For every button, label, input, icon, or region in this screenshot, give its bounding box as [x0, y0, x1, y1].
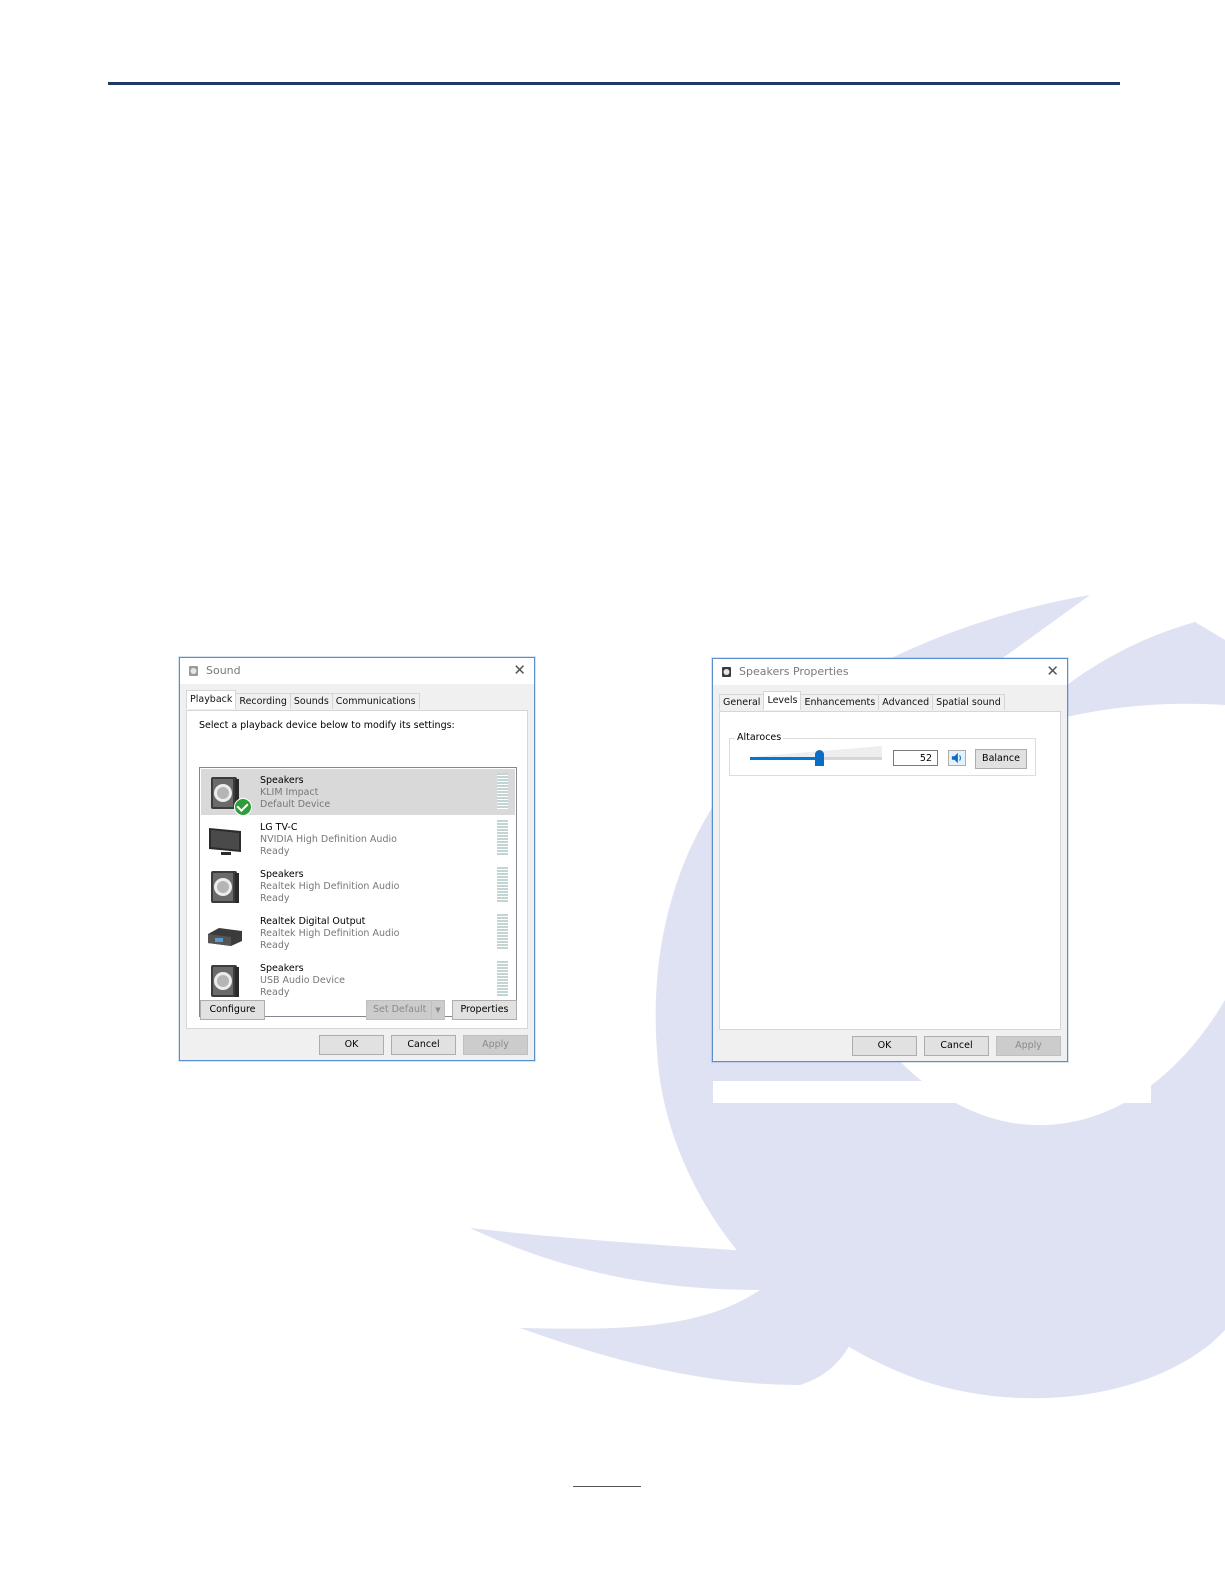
cancel-button[interactable]: Cancel	[924, 1036, 989, 1056]
list-item[interactable]: LG TV-C NVIDIA High Definition Audio Rea…	[201, 816, 515, 862]
level-meter	[497, 914, 508, 950]
device-status: Ready	[260, 940, 290, 951]
volume-slider[interactable]	[750, 750, 882, 766]
device-driver: NVIDIA High Definition Audio	[260, 834, 397, 845]
tab-spatial-sound[interactable]: Spatial sound	[932, 694, 1005, 710]
speaker-icon	[211, 965, 239, 997]
window-title: Sound	[206, 664, 241, 677]
level-meter	[497, 961, 508, 997]
device-status: Ready	[260, 893, 290, 904]
chevron-down-icon: ▼	[431, 1001, 444, 1019]
window-title: Speakers Properties	[739, 665, 849, 678]
device-name: Speakers	[260, 775, 304, 786]
level-meter	[497, 820, 508, 856]
monitor-icon	[209, 828, 241, 855]
tab-communications[interactable]: Communications	[331, 693, 420, 709]
tab-advanced[interactable]: Advanced	[878, 694, 934, 710]
default-check-icon	[234, 798, 252, 816]
ok-button[interactable]: OK	[319, 1035, 384, 1055]
levels-group: Altaroces 52 Balance	[729, 732, 1036, 776]
balance-button[interactable]: Balance	[975, 749, 1027, 769]
speakers-properties-dialog: Speakers Properties ✕ General Levels Enh…	[712, 658, 1068, 1062]
device-status: Default Device	[260, 799, 331, 810]
configure-button[interactable]: Configure	[200, 1000, 265, 1020]
levels-panel: Altaroces 52 Balance	[719, 711, 1061, 1030]
device-name: Realtek Digital Output	[260, 916, 366, 927]
device-driver: Realtek High Definition Audio	[260, 881, 400, 892]
slider-fill	[750, 757, 819, 760]
slider-thumb[interactable]	[814, 750, 824, 766]
playback-panel: Select a playback device below to modify…	[186, 710, 528, 1029]
close-icon[interactable]: ✕	[1046, 663, 1059, 679]
speaker-icon	[189, 666, 198, 676]
ok-button[interactable]: OK	[852, 1036, 917, 1056]
sound-dialog: Sound ✕ Playback Recording Sounds Commun…	[179, 657, 535, 1061]
apply-button[interactable]: Apply	[463, 1035, 528, 1055]
page-bottom-rule	[573, 1486, 641, 1487]
apply-button[interactable]: Apply	[996, 1036, 1061, 1056]
level-meter	[497, 867, 508, 903]
levels-group-label: Altaroces	[735, 732, 784, 743]
device-name: Speakers	[260, 869, 304, 880]
device-name: LG TV-C	[260, 822, 298, 833]
set-default-label: Set Default	[373, 1004, 427, 1015]
cancel-button[interactable]: Cancel	[391, 1035, 456, 1055]
page-top-rule	[108, 82, 1120, 85]
properties-button[interactable]: Properties	[452, 1000, 517, 1020]
list-item[interactable]: Speakers Realtek High Definition Audio R…	[201, 863, 515, 909]
device-driver: USB Audio Device	[260, 975, 346, 986]
tab-playback[interactable]: Playback	[186, 690, 237, 709]
device-driver: KLIM Impact	[260, 787, 319, 798]
digital-output-icon	[208, 928, 242, 946]
instruction-text: Select a playback device below to modify…	[199, 720, 455, 731]
speaker-icon	[722, 667, 731, 677]
mute-button[interactable]	[948, 750, 966, 766]
device-status: Ready	[260, 846, 290, 857]
list-item[interactable]: Speakers USB Audio Device Ready	[201, 957, 515, 1003]
tab-strip: Playback Recording Sounds Communications	[186, 690, 420, 709]
speaker-volume-icon	[951, 752, 961, 764]
volume-value-field[interactable]: 52	[893, 750, 938, 766]
device-driver: Realtek High Definition Audio	[260, 928, 400, 939]
device-name: Speakers	[260, 963, 304, 974]
level-meter	[497, 773, 508, 809]
tab-sounds[interactable]: Sounds	[289, 693, 333, 709]
tab-levels[interactable]: Levels	[763, 691, 802, 710]
tab-strip: General Levels Enhancements Advanced Spa…	[719, 691, 1005, 710]
caption-strip	[713, 1081, 1151, 1103]
tab-recording[interactable]: Recording	[235, 693, 291, 709]
device-list[interactable]: Speakers KLIM Impact Default Device LG T…	[199, 767, 517, 1017]
tab-enhancements[interactable]: Enhancements	[800, 694, 880, 710]
close-icon[interactable]: ✕	[513, 662, 526, 678]
device-status: Ready	[260, 987, 290, 998]
list-item[interactable]: Realtek Digital Output Realtek High Defi…	[201, 910, 515, 956]
set-default-button[interactable]: Set Default ▼	[366, 1000, 445, 1020]
speaker-icon	[211, 871, 239, 903]
tab-general[interactable]: General	[719, 694, 765, 710]
sound-titlebar[interactable]: Sound ✕	[180, 658, 534, 684]
list-item[interactable]: Speakers KLIM Impact Default Device	[201, 769, 515, 816]
speakers-titlebar[interactable]: Speakers Properties ✕	[713, 659, 1067, 685]
